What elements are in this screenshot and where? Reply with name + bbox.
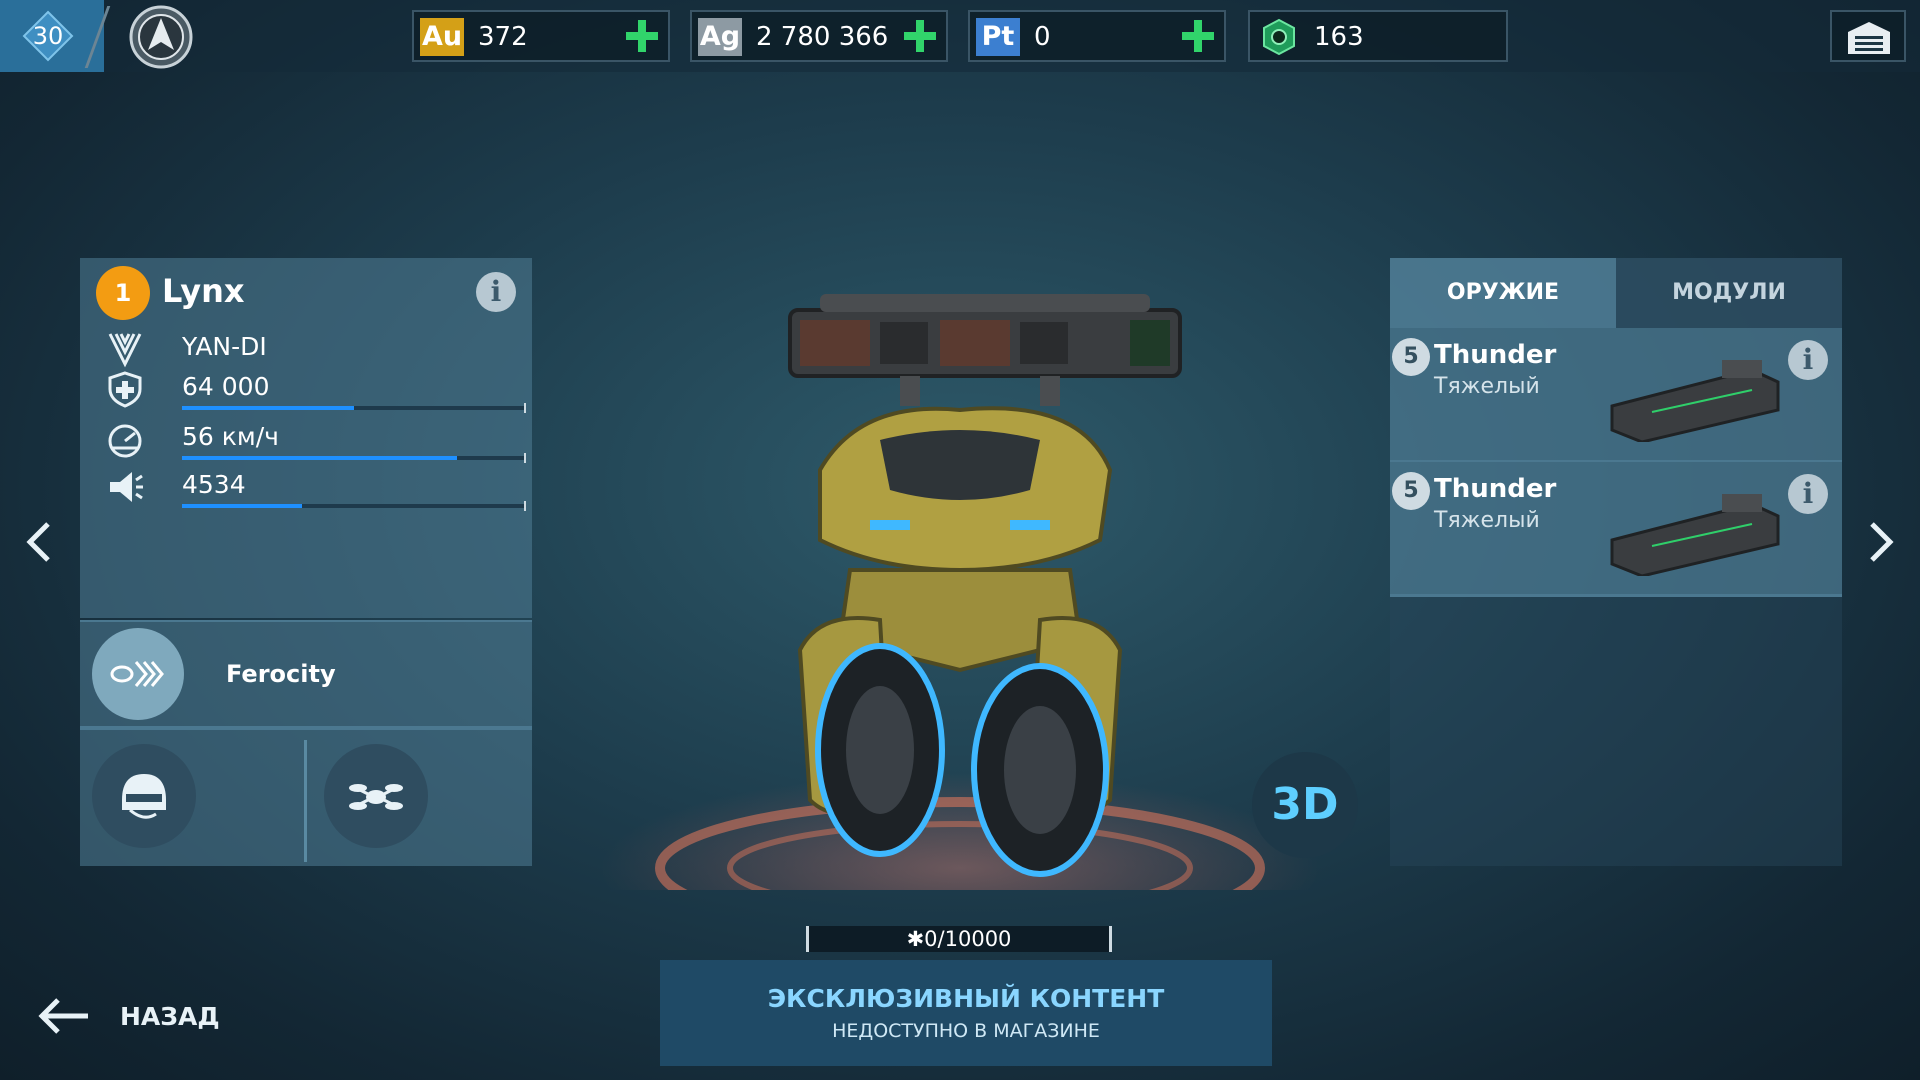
exclusive-subtitle: НЕДОСТУПНО В МАГАЗИНЕ [832,1020,1100,1042]
ability-name: Ferocity [226,660,336,688]
hangar-button[interactable] [1830,10,1906,62]
damage-icon [110,472,143,502]
pilot-helmet-icon [122,774,166,819]
top-bar: 30 Au 372 Ag 2 780 366 Pt 0 163 [0,0,1920,72]
back-label: НАЗАД [120,1002,220,1031]
equipment-slots [80,726,532,866]
durability-value: 64 000 [182,372,270,401]
robot-info-icon[interactable]: i [476,272,516,312]
speed-value: 56 км/ч [182,422,279,451]
thunder-weapon-icon [1610,494,1780,576]
weapon-type: Тяжелый [1434,374,1540,399]
blueprint-progress-text: 0/10000 [924,927,1012,951]
robot-tier-badge: 1 [96,266,150,320]
weapon-type: Тяжелый [1434,508,1540,533]
blueprint-progress: ✱0/10000 [806,926,1112,952]
weapon-level-badge: 5 [1392,338,1430,376]
hangar-icon [1848,22,1890,54]
components-hex-icon [1263,18,1295,56]
chevron-right-icon[interactable] [1862,512,1902,572]
divider [1390,594,1842,597]
gold-amount: 372 [478,22,528,52]
platinum-icon: Pt [976,18,1020,56]
damage-value: 4534 [182,470,246,499]
shield-icon [108,371,142,408]
tab-modules[interactable]: МОДУЛИ [1616,258,1842,328]
platinum-currency: Pt 0 [968,10,1226,62]
add-gold-button[interactable] [626,20,658,52]
weapon-slot-2[interactable]: 5 Thunder Тяжелый i [1390,462,1842,594]
drone-icon [349,784,403,810]
loadout-panel: ОРУЖИЕ МОДУЛИ 5 Thunder Тяжелый i 5 Thun… [1390,258,1842,866]
exclusive-title: ЭКСКЛЮЗИВНЫЙ КОНТЕНТ [767,984,1165,1013]
clan-emblem-icon[interactable] [128,4,194,70]
durability-row: 64 000 [106,368,526,413]
add-silver-button[interactable] [904,20,936,52]
silver-amount: 2 780 366 [756,22,889,52]
speed-bar [182,453,526,463]
gold-currency: Au 372 [412,10,670,62]
platinum-amount: 0 [1034,22,1051,52]
ferocity-ability-icon [92,628,184,720]
speedometer-icon [108,424,142,458]
weapon-info-icon[interactable]: i [1788,474,1828,514]
damage-bar [182,501,526,511]
robot-name: Lynx [162,272,245,310]
weapon-name: Thunder [1434,474,1557,504]
pilot-slot[interactable] [92,744,196,848]
weapon-level-badge: 5 [1392,472,1430,510]
components-currency: 163 [1248,10,1508,62]
weapon-slot-1[interactable]: 5 Thunder Тяжелый i [1390,328,1842,460]
components-amount: 163 [1314,22,1364,52]
speed-row: 56 км/ч [106,418,526,463]
manufacturer-name: YAN-DI [182,332,267,361]
weapon-info-icon[interactable]: i [1788,340,1828,380]
view-3d-button[interactable]: 3D [1252,752,1358,858]
robot-info-panel: 1 Lynx i YAN-DI 64 000 56 км/ч 4534 Fero… [80,258,532,866]
tab-weapons[interactable]: ОРУЖИЕ [1390,258,1616,328]
arrow-left-icon [38,998,88,1034]
silver-currency: Ag 2 780 366 [690,10,948,62]
ability-row[interactable]: Ferocity [80,620,532,726]
thunder-weapon-icon [1610,360,1780,442]
drone-slot[interactable] [324,744,428,848]
puzzle-icon: ✱ [906,927,925,951]
add-platinum-button[interactable] [1182,20,1214,52]
back-button[interactable]: НАЗАД [36,988,236,1044]
durability-bar [182,403,526,413]
silver-icon: Ag [698,18,742,56]
exclusive-content-banner: ЭКСКЛЮЗИВНЫЙ КОНТЕНТ НЕДОСТУПНО В МАГАЗИ… [660,960,1272,1066]
gold-icon: Au [420,18,464,56]
damage-row: 4534 [106,466,526,511]
manufacturer-row: YAN-DI [106,328,526,372]
player-level: 30 [32,22,64,50]
chevron-left-icon[interactable] [18,512,58,572]
slot-divider [304,740,307,862]
robot-stats-card: 1 Lynx i YAN-DI 64 000 56 км/ч 4534 [80,258,532,618]
weapon-name: Thunder [1434,340,1557,370]
yandi-faction-icon [108,333,142,368]
